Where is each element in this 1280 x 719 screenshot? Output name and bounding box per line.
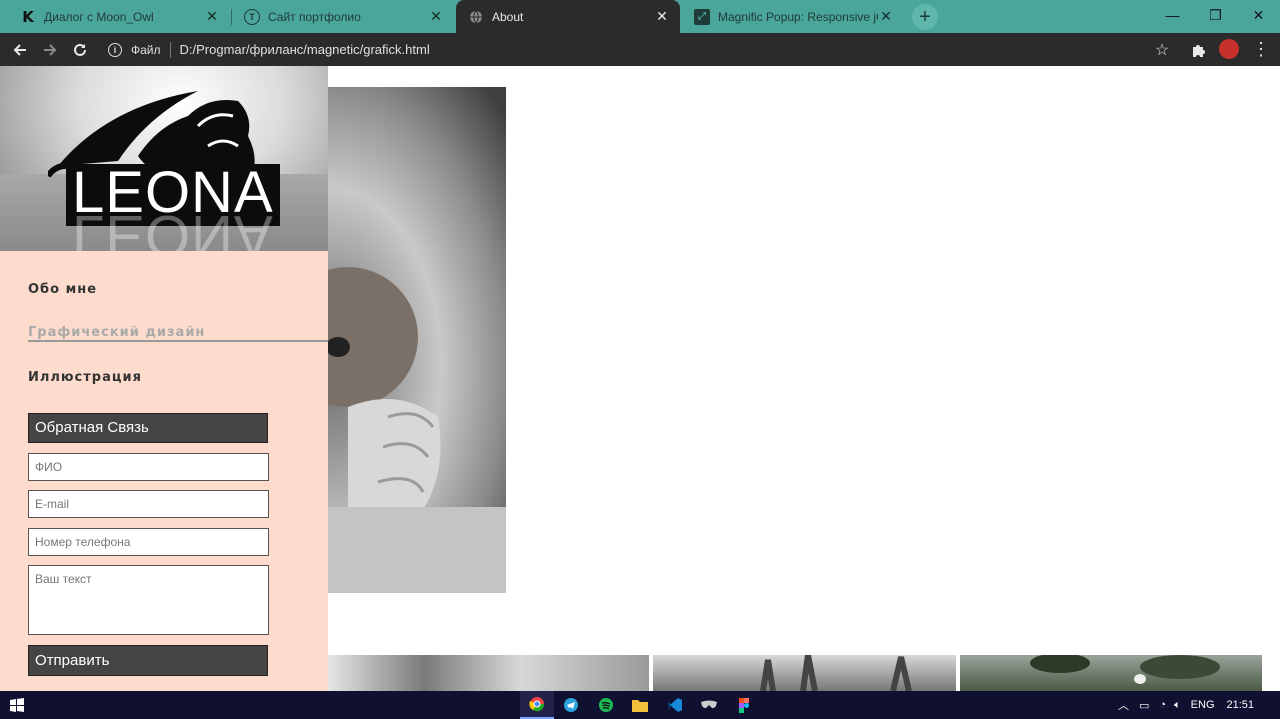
system-tray: ︿ ▭ ◔ 🔈︎ ENG 21:51 — [1118, 691, 1254, 719]
reload-icon[interactable] — [68, 33, 92, 66]
chrome-icon[interactable] — [520, 691, 554, 719]
spotify-icon[interactable] — [589, 691, 623, 719]
browser-toolbar: i Файл D:/Progmar/фриланс/magnetic/grafi… — [0, 33, 1280, 66]
battery-icon[interactable]: ▭ — [1139, 699, 1149, 712]
profile-avatar[interactable] — [1219, 39, 1239, 59]
chevron-up-icon[interactable]: ︿ — [1118, 697, 1129, 713]
mask-app-icon[interactable] — [692, 691, 726, 719]
menu-dots-icon[interactable]: ⋮ — [1251, 33, 1271, 66]
extensions-puzzle-icon[interactable] — [1187, 33, 1209, 66]
file-explorer-icon[interactable] — [623, 691, 657, 719]
tab-portfolio-site[interactable]: T Сайт портфолио ✕ — [232, 0, 454, 33]
address-bar[interactable]: i Файл D:/Progmar/фриланс/magnetic/grafi… — [108, 33, 430, 66]
sidebar: LEONA LEONA Обо мне Графический дизайн И… — [0, 66, 328, 691]
nav-about[interactable]: Обо мне — [28, 282, 97, 297]
feedback-form-title: Обратная Связь — [28, 413, 268, 443]
minimize-button[interactable]: — — [1151, 0, 1194, 30]
nav-graphic-design[interactable]: Графический дизайн — [28, 325, 205, 340]
tab-title: Magnific Popup: Responsive jQu — [718, 9, 878, 24]
maximize-button[interactable]: ❐ — [1194, 0, 1237, 30]
tab-title: About — [492, 9, 524, 24]
new-tab-button[interactable]: + — [912, 4, 938, 30]
address-divider — [169, 41, 171, 58]
browser-tab-strip: K Диалог с Moon_Owl ✕ T Сайт портфолио ✕… — [0, 0, 1280, 33]
phone-field[interactable] — [28, 528, 269, 556]
forward-arrow-icon[interactable] — [38, 33, 62, 66]
windows-taskbar: ︿ ▭ ◔ 🔈︎ ENG 21:51 — [0, 691, 1280, 719]
globe-icon — [468, 9, 484, 25]
close-window-button[interactable]: ✕ — [1237, 0, 1280, 30]
t-logo-icon: T — [244, 8, 260, 25]
tab-about[interactable]: About ✕ — [456, 0, 680, 33]
leona-logo: LEONA LEONA — [0, 66, 328, 251]
tab-title: Сайт портфолио — [268, 9, 361, 24]
message-field[interactable] — [28, 565, 269, 635]
k-logo-icon: K — [22, 7, 34, 26]
file-scheme-label: Файл — [131, 42, 161, 57]
close-icon[interactable]: ✕ — [878, 8, 894, 25]
tab-title: Диалог с Moon_Owl — [44, 9, 154, 24]
close-icon[interactable]: ✕ — [654, 8, 670, 25]
close-icon[interactable]: ✕ — [204, 8, 220, 25]
figma-icon[interactable] — [727, 691, 761, 719]
close-icon[interactable]: ✕ — [428, 8, 444, 25]
tab-moon-owl-dialog[interactable]: K Диалог с Moon_Owl ✕ — [8, 0, 230, 33]
info-icon[interactable]: i — [108, 42, 122, 57]
gallery-thumbnail[interactable] — [328, 655, 649, 691]
language-indicator[interactable]: ENG — [1191, 699, 1215, 711]
logo-reflection: LEONA — [72, 203, 274, 251]
nav-illustration[interactable]: Иллюстрация — [28, 370, 142, 385]
tab-magnific-popup[interactable]: ⤢ Magnific Popup: Responsive jQu ✕ — [682, 0, 904, 33]
vscode-icon[interactable] — [658, 691, 692, 719]
volume-icon[interactable]: 🔈︎ — [1174, 699, 1181, 712]
windows-start-icon[interactable] — [0, 691, 34, 719]
submit-button[interactable]: Отправить — [28, 645, 268, 676]
email-field[interactable] — [28, 490, 269, 518]
kitten-photo[interactable] — [278, 87, 506, 593]
back-arrow-icon[interactable] — [8, 33, 32, 66]
telegram-icon[interactable] — [554, 691, 588, 719]
wifi-icon[interactable]: ◔ — [1159, 699, 1166, 711]
active-nav-underline — [28, 340, 328, 342]
magnific-logo-icon: ⤢ — [694, 8, 710, 25]
name-field[interactable] — [28, 453, 269, 481]
gallery-thumbnail[interactable] — [653, 654, 956, 691]
clock[interactable]: 21:51 — [1227, 699, 1255, 711]
address-url[interactable]: D:/Progmar/фриланс/magnetic/grafick.html — [180, 42, 430, 57]
page-content: LEONA LEONA Обо мне Графический дизайн И… — [0, 66, 1280, 691]
bookmark-star-icon[interactable]: ☆ — [1151, 33, 1173, 66]
gallery-thumbnail[interactable] — [960, 653, 1262, 691]
